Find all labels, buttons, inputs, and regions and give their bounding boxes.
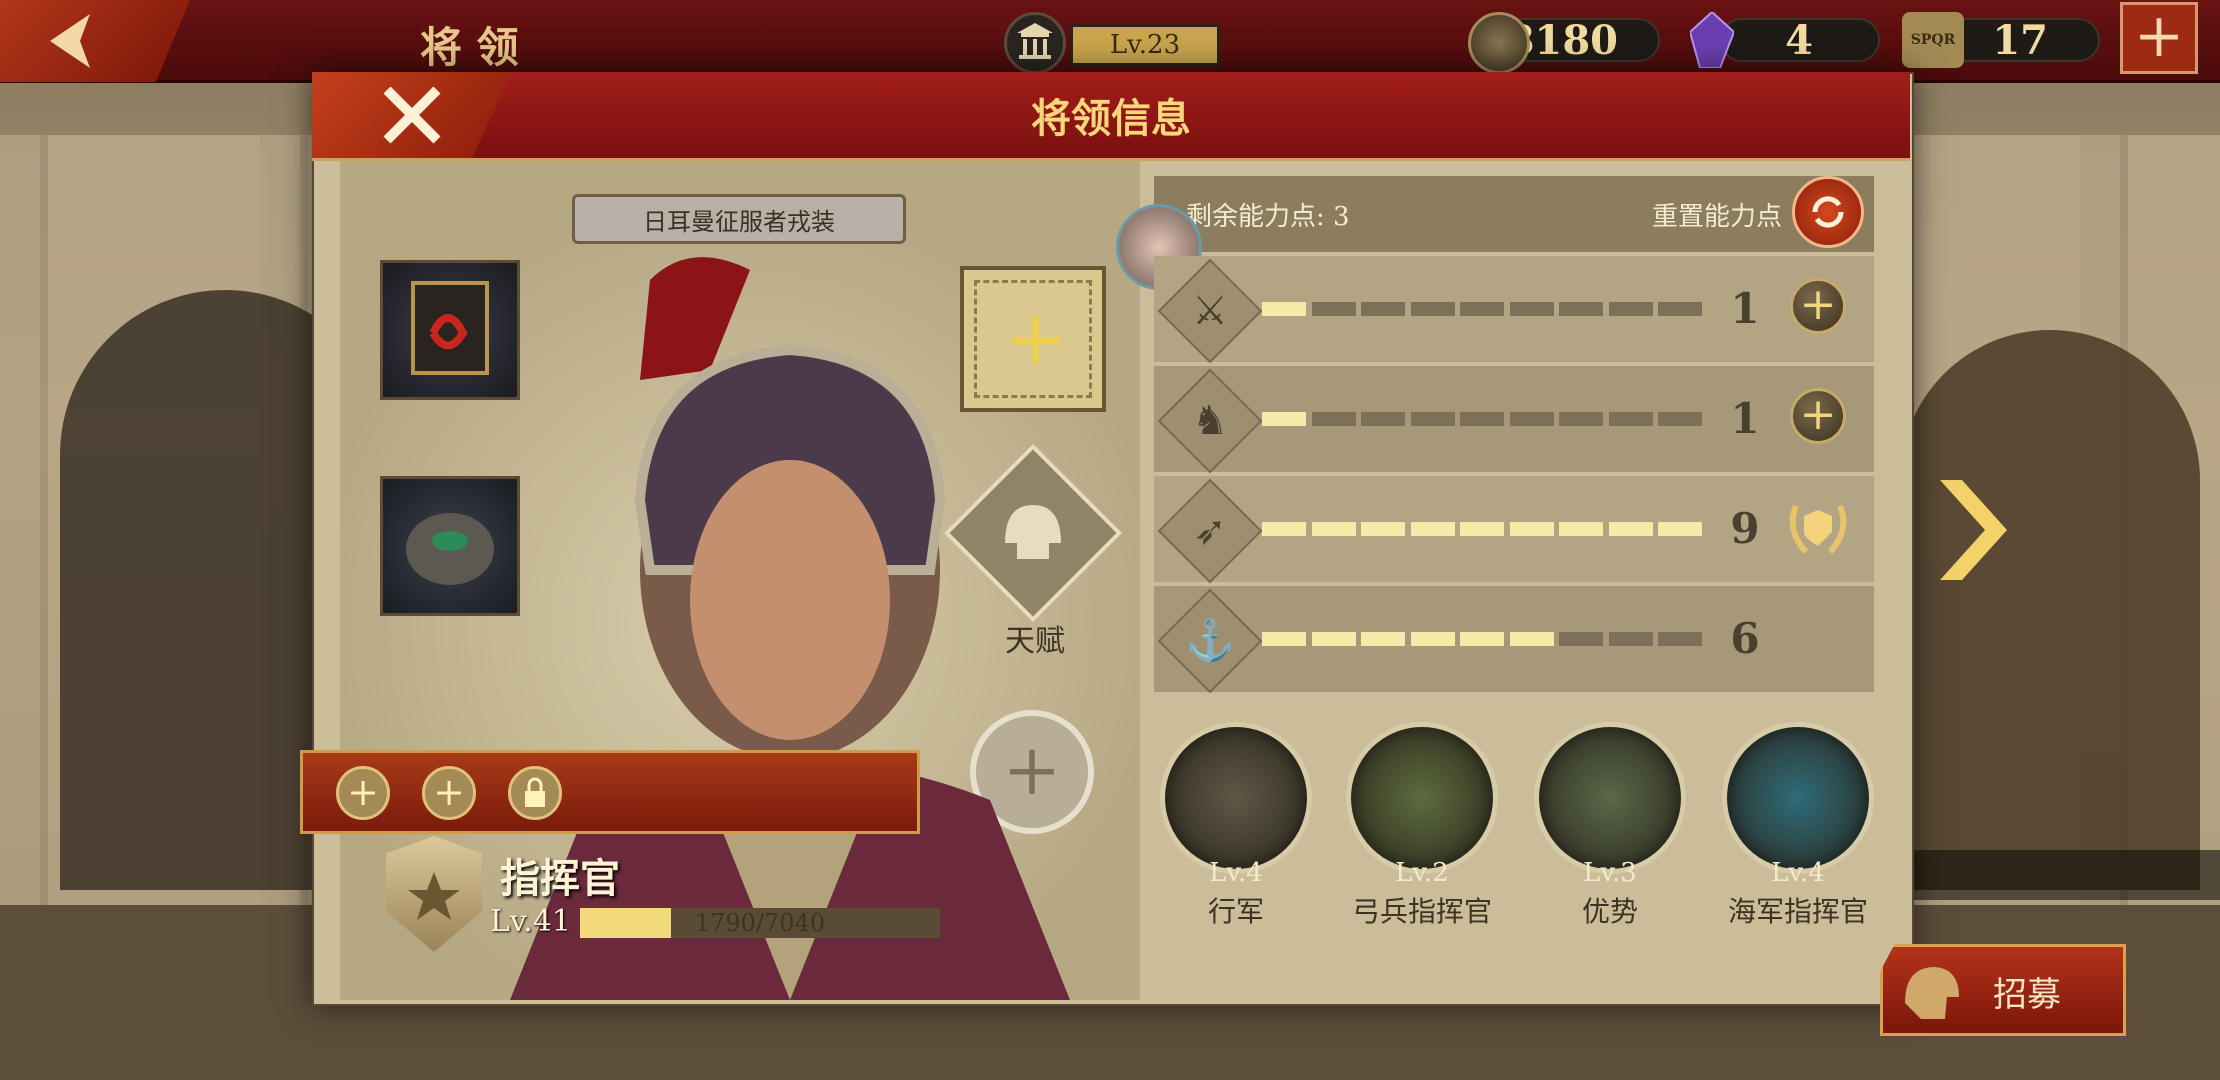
skill-march-icon[interactable] — [1160, 722, 1312, 874]
close-icon — [383, 86, 441, 144]
ability-bar-segment — [1311, 412, 1356, 426]
ability-bar-segment — [1608, 412, 1653, 426]
skill-anchor-icon[interactable] — [1722, 722, 1874, 874]
ability-bar-segment — [1658, 302, 1702, 316]
token-counter[interactable]: 17 — [1940, 17, 2100, 64]
gem-counter[interactable]: 4 — [1720, 17, 1880, 64]
general-portrait — [390, 240, 1070, 1000]
ability-bar-segment — [1658, 522, 1702, 536]
ability-bar-segment — [1460, 302, 1504, 316]
ability-bar-segment — [1509, 632, 1554, 646]
ability-value: 1 — [1730, 394, 1760, 443]
ability-bar-segment — [1559, 522, 1603, 536]
ability-bar-segment — [1361, 302, 1405, 316]
ability-bar-segment — [1559, 632, 1603, 646]
ability-progress-bar — [1262, 522, 1702, 536]
ability-bar-segment — [1658, 632, 1702, 646]
ability-bar-segment — [1262, 522, 1306, 536]
city-hall-icon — [1004, 12, 1066, 74]
recruit-button[interactable]: 招募 — [1880, 944, 2126, 1036]
skill-name: 优势 — [1581, 895, 1638, 928]
spqr-token-icon: SPQR — [1902, 12, 1964, 68]
right-general-label-bar — [1880, 850, 2220, 900]
ability-bar-segment — [1410, 412, 1455, 426]
exp-bar: 1790/7040 — [580, 908, 940, 938]
ability-progress-bar — [1262, 412, 1702, 426]
skill-level: Lv.4 — [1209, 858, 1263, 888]
skill-name: 弓兵指挥官 — [1351, 895, 1492, 928]
ability-bar-segment — [1460, 412, 1504, 426]
general-portrait-right[interactable] — [1900, 330, 2200, 890]
ability-bar-segment — [1559, 302, 1603, 316]
ability-bar-segment — [1262, 412, 1306, 426]
costume-name-label[interactable]: 日耳曼征服者戎装 — [572, 194, 906, 244]
ability-bar-segment — [1262, 302, 1306, 316]
add-ability-point-button[interactable]: + — [1790, 388, 1846, 444]
reset-points-label: 重置能力点 — [1652, 202, 1783, 232]
city-level-badge: Lv.23 — [1070, 24, 1220, 66]
ability-bar-segment — [1361, 522, 1405, 536]
reset-points-button[interactable] — [1792, 176, 1864, 248]
recruit-label: 招募 — [1993, 975, 2061, 1015]
ability-bar-segment — [1361, 632, 1405, 646]
commander-level: Lv.41 — [490, 904, 572, 939]
skill-level: Lv.4 — [1771, 858, 1825, 888]
max-level-laurel-icon — [1782, 496, 1854, 560]
skill-slot-strip — [300, 750, 920, 834]
ability-progress-bar — [1262, 302, 1702, 316]
skill-level: Lv.2 — [1395, 858, 1449, 888]
gem-icon — [1688, 10, 1736, 69]
ability-bar-segment — [1608, 632, 1653, 646]
ability-bar-segment — [1262, 632, 1306, 646]
refresh-icon — [1812, 196, 1844, 228]
coin-icon — [1468, 12, 1530, 74]
ability-value: 1 — [1730, 284, 1760, 333]
ability-bar-segment — [1410, 302, 1455, 316]
ability-bar-segment — [1311, 302, 1356, 316]
ability-bar-segment — [1608, 302, 1653, 316]
ability-bar-segment — [1311, 522, 1356, 536]
ability-bar-segment — [1509, 522, 1554, 536]
add-skill-slot-1[interactable]: + — [336, 766, 390, 820]
ability-value: 6 — [1730, 614, 1760, 663]
page-title: 将 领 — [420, 23, 519, 72]
commander-title: 指挥官 — [500, 855, 620, 902]
ability-bar-segment — [1509, 302, 1554, 316]
next-general-arrow-icon[interactable] — [1940, 480, 2010, 580]
ability-bar-segment — [1361, 412, 1405, 426]
skill-level: Lv.3 — [1583, 858, 1637, 888]
skill-name: 海军指挥官 — [1727, 895, 1868, 928]
exp-text: 1790/7040 — [694, 909, 826, 937]
add-skill-slot-2[interactable]: + — [422, 766, 476, 820]
locked-skill-slot[interactable] — [508, 766, 562, 820]
add-ability-point-button[interactable]: + — [1790, 278, 1846, 334]
dialog-title: 将领信息 — [1031, 95, 1191, 142]
ability-bar-segment — [1311, 632, 1356, 646]
ability-bar-segment — [1410, 522, 1455, 536]
ability-bar-segment — [1559, 412, 1603, 426]
back-arrow-icon — [50, 14, 90, 68]
ability-bar-segment — [1509, 412, 1554, 426]
remaining-points-value: 3 — [1333, 202, 1350, 232]
remaining-points-label: 剩余能力点: 3 — [1186, 202, 1350, 232]
lock-icon — [525, 777, 545, 807]
recruit-helmet-icon — [1905, 967, 1959, 1019]
ability-value: 9 — [1730, 504, 1760, 553]
ability-bar-segment — [1658, 412, 1702, 426]
skill-archers-icon[interactable] — [1534, 722, 1686, 874]
ability-bar-segment — [1460, 632, 1504, 646]
ability-bar-segment — [1410, 632, 1455, 646]
ability-bar-segment — [1608, 522, 1653, 536]
purchase-plus-button[interactable]: + — [2120, 2, 2198, 74]
ability-bar-segment — [1460, 522, 1504, 536]
ability-progress-bar — [1262, 632, 1702, 646]
skill-bow-icon[interactable] — [1346, 722, 1498, 874]
